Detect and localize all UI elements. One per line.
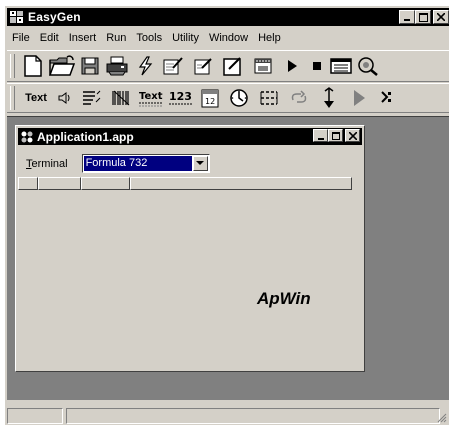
edit-form-icon[interactable] <box>218 53 248 79</box>
app-icon <box>20 130 34 144</box>
speaker-icon[interactable] <box>52 85 76 111</box>
film-icon[interactable] <box>248 53 278 79</box>
header-cell-4[interactable] <box>130 177 352 190</box>
toolbar-grip[interactable] <box>10 54 15 78</box>
list-header <box>18 177 352 190</box>
barcode-icon[interactable] <box>106 85 136 111</box>
list-body <box>18 190 362 370</box>
toolbar-grip-2[interactable] <box>10 86 15 110</box>
calendar-icon[interactable]: 12 <box>196 85 224 111</box>
chevron-down-icon[interactable] <box>192 156 208 171</box>
menu-window[interactable]: Window <box>204 32 253 44</box>
menu-insert[interactable]: Insert <box>64 32 102 44</box>
terminal-select-value: Formula 732 <box>83 156 192 171</box>
status-bar <box>7 406 449 426</box>
main-toolbar <box>7 50 449 82</box>
menu-tools[interactable]: Tools <box>131 32 167 44</box>
maximize-icon[interactable] <box>415 10 431 24</box>
child-title-bar[interactable]: Application1.app <box>18 128 362 145</box>
menu-file[interactable]: File <box>7 32 35 44</box>
step-icon[interactable] <box>314 85 344 111</box>
text-field-label: Text <box>139 91 163 102</box>
print-icon[interactable] <box>102 53 132 79</box>
window-list-icon[interactable] <box>328 53 354 79</box>
window-title: EasyGen <box>28 10 81 24</box>
open-folder-icon[interactable] <box>46 53 78 79</box>
list-icon[interactable] <box>76 85 106 111</box>
run-icon[interactable] <box>344 85 374 111</box>
svg-text:12: 12 <box>205 97 215 106</box>
text-tool[interactable]: Text <box>20 85 52 111</box>
menu-edit[interactable]: Edit <box>35 32 64 44</box>
mdi-workspace: Application1.app Terminal Formula 732 Ap… <box>7 116 449 400</box>
child-window-controls <box>313 129 360 142</box>
minimize-icon[interactable] <box>399 10 415 24</box>
terminal-row: Terminal Formula 732 <box>26 154 210 173</box>
menu-bar: File Edit Insert Run Tools Utility Windo… <box>7 29 449 47</box>
close-icon[interactable] <box>433 10 449 24</box>
header-cell-3[interactable] <box>81 177 130 190</box>
text-field-icon[interactable]: Text <box>136 85 166 111</box>
stop-icon[interactable] <box>306 53 328 79</box>
brand-watermark: ApWin <box>257 289 311 308</box>
play-icon[interactable] <box>278 53 306 79</box>
lightning-icon[interactable] <box>132 53 158 79</box>
grid-icon[interactable] <box>254 85 284 111</box>
title-bar[interactable]: EasyGen <box>7 8 449 26</box>
new-file-icon[interactable] <box>20 53 46 79</box>
child-close-icon[interactable] <box>345 129 360 142</box>
app-grid-icon <box>9 10 25 24</box>
component-toolbar: Text Text 123 12 <box>7 83 449 113</box>
resize-grip-icon[interactable] <box>437 413 447 423</box>
application-window: Application1.app Terminal Formula 732 Ap… <box>15 125 365 372</box>
breakpoint-icon[interactable] <box>374 85 400 111</box>
loop-icon[interactable] <box>284 85 314 111</box>
terminal-select[interactable]: Formula 732 <box>81 154 210 173</box>
number-field-label: 123 <box>169 90 192 103</box>
header-cell-1[interactable] <box>18 177 38 190</box>
window-controls <box>399 10 449 24</box>
edit-check-icon[interactable] <box>188 53 218 79</box>
terminal-label: Terminal <box>26 157 68 170</box>
menu-utility[interactable]: Utility <box>167 32 204 44</box>
child-minimize-icon[interactable] <box>313 129 328 142</box>
clock-icon[interactable] <box>224 85 254 111</box>
status-pane-1 <box>7 408 63 424</box>
header-cell-2[interactable] <box>38 177 81 190</box>
menu-run[interactable]: Run <box>101 32 131 44</box>
child-window-title: Application1.app <box>37 129 134 144</box>
save-icon[interactable] <box>78 53 102 79</box>
design-check-icon[interactable] <box>158 53 188 79</box>
menu-help[interactable]: Help <box>253 32 286 44</box>
status-pane-2 <box>66 408 440 424</box>
debug-icon[interactable] <box>354 53 380 79</box>
main-window: EasyGen File Edit Insert Run Tools Utili… <box>4 5 449 425</box>
number-field-icon[interactable]: 123 <box>166 85 196 111</box>
child-maximize-icon[interactable] <box>328 129 343 142</box>
